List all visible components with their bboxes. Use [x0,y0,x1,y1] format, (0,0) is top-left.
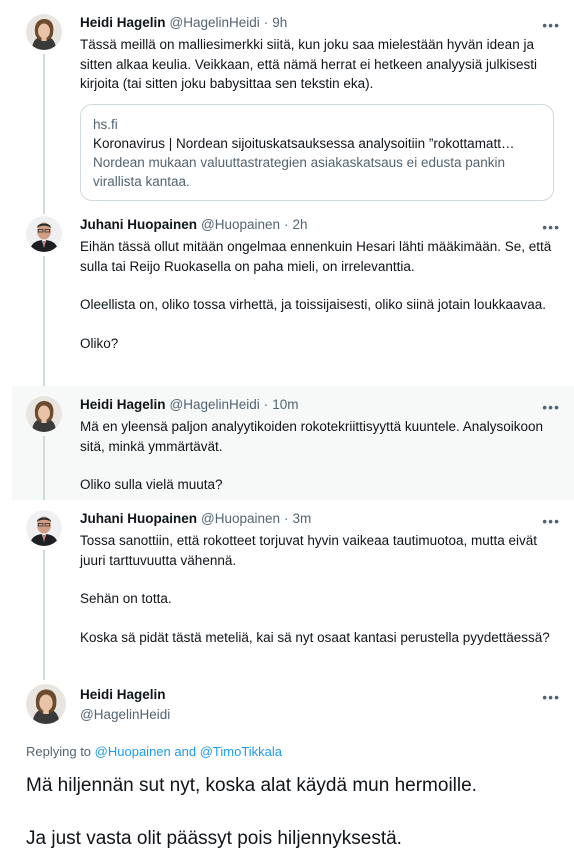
card-description: Nordean mukaan valuuttastrategien asiaka… [93,154,506,189]
replying-to: Replying to @Huopainen and @TimoTikkala [26,744,282,759]
tweet-text: Tossa sanottiin, että rokotteet torjuvat… [80,531,560,647]
tweet-paragraph: Tossa sanottiin, että rokotteet torjuvat… [80,533,537,568]
avatar[interactable] [26,14,62,50]
reply-and: and [174,744,197,759]
tweet-paragraph: Ja just vasta olit päässyt pois hiljenny… [26,828,402,849]
tweet-time[interactable]: 2h [293,216,308,234]
tweet-paragraph: Koska sä pidät tästä meteliä, kai sä nyt… [80,629,550,645]
author-name[interactable]: Heidi Hagelin [80,686,560,704]
thread-line [43,550,45,680]
author-name[interactable]: Heidi Hagelin [80,396,166,414]
tweet-text: Tässä meillä on malliesimerkki siitä, ku… [80,35,560,94]
tweet-paragraph: Oliko? [80,335,119,351]
thread-line [43,256,45,392]
card-title: Koronavirus | Nordean sijoituskatsaukses… [93,135,515,151]
thread-line [43,436,45,500]
avatar[interactable] [26,684,66,724]
author-name[interactable]: Juhani Huopainen [80,510,197,528]
tweet-paragraph: Mä hiljennän sut nyt, koska alat käydä m… [26,775,477,796]
avatar[interactable] [26,510,62,546]
avatar[interactable] [26,396,62,432]
replying-label: Replying to [26,744,92,759]
author-name[interactable]: Heidi Hagelin [80,14,166,32]
tweet[interactable]: ••• Juhani Huopainen @Huopainen · 2h Eih… [12,208,574,392]
author-handle[interactable]: @HagelinHeidi [170,396,260,414]
tweet-time[interactable]: 10m [272,396,298,414]
link-card[interactable]: hs.fi Koronavirus | Nordean sijoituskats… [80,103,554,201]
separator-dot: · [284,511,289,526]
tweet-header: Juhani Huopainen @Huopainen · 2h [80,216,560,234]
tweet-header: Juhani Huopainen @Huopainen · 3m [80,510,560,528]
author-handle[interactable]: @Huopainen [201,510,280,528]
tweet-text: Eihän tässä ollut mitään ongelmaa ennenk… [80,237,560,353]
separator-dot: · [263,397,269,412]
author-handle[interactable]: @HagelinHeidi [170,14,260,32]
tweet-text: Mä en yleensä paljon analyytikoiden roko… [80,417,560,495]
tweet[interactable]: ••• Heidi Hagelin @HagelinHeidi · 10m Mä… [12,386,574,500]
tweet-header: Heidi Hagelin @HagelinHeidi · 9h [80,14,560,32]
tweet-paragraph: Sehän on totta. [80,591,172,606]
tweet[interactable]: ••• Juhani Huopainen @Huopainen · 3m Tos… [12,500,574,680]
tweet-paragraph: Tässä meillä on malliesimerkki siitä, ku… [80,37,538,91]
focused-tweet-text: Mä hiljennän sut nyt, koska alat käydä m… [26,773,477,852]
reply-mention[interactable]: @TimoTikkala [200,744,282,759]
author-name[interactable]: Juhani Huopainen [80,216,197,234]
tweet-paragraph: Mä en yleensä paljon analyytikoiden roko… [80,419,544,454]
separator-dot: · [284,217,289,232]
avatar[interactable] [26,216,62,252]
tweet[interactable]: ••• Heidi Hagelin @HagelinHeidi · 9h Täs… [12,0,574,214]
card-domain: hs.fi [93,116,118,132]
tweet-paragraph: Oliko sulla vielä muuta? [80,477,223,492]
reply-mention[interactable]: @Huopainen [95,744,171,759]
tweet-header: Heidi Hagelin @HagelinHeidi · 10m [80,396,560,414]
author-handle[interactable]: @HagelinHeidi [80,706,560,724]
thread-line [43,54,45,214]
tweet-paragraph: Eihän tässä ollut mitään ongelmaa ennenk… [80,239,552,274]
separator-dot: · [263,15,269,30]
author-handle[interactable]: @Huopainen [201,216,280,234]
tweet-time[interactable]: 9h [272,14,287,32]
tweet-time[interactable]: 3m [293,510,312,528]
tweet-paragraph: Oleellista on, oliko tossa virhettä, ja … [80,297,546,312]
